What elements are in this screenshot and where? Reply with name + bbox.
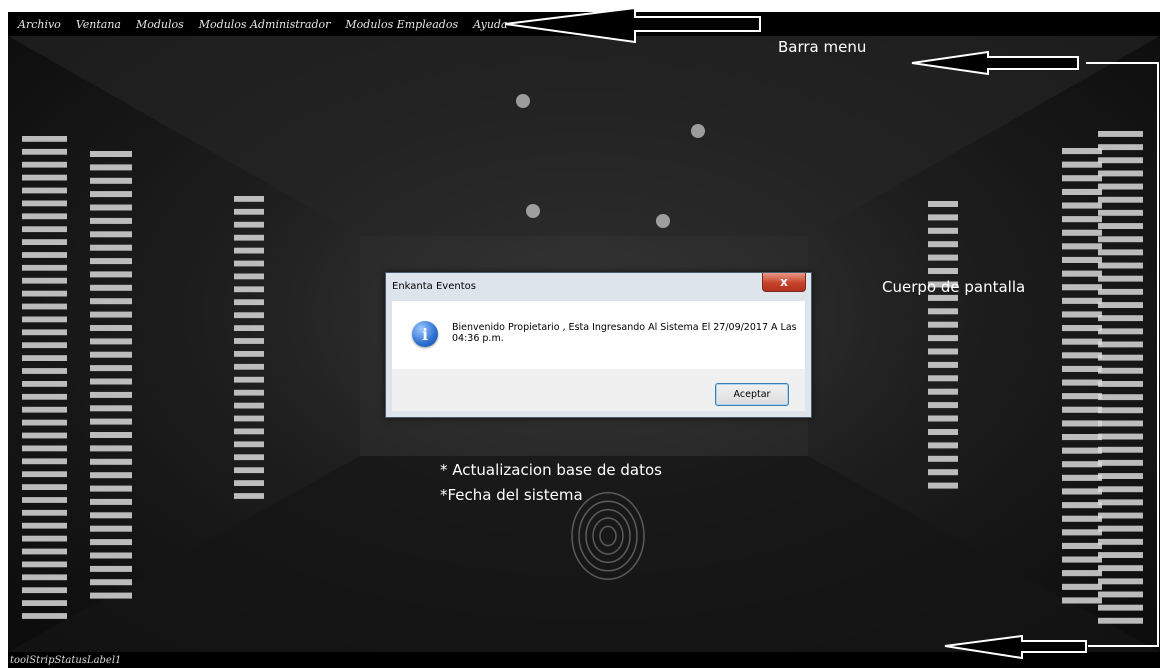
arrow-menu-icon bbox=[504, 6, 761, 44]
arrow-body-bottom-icon bbox=[944, 634, 1087, 660]
arrow-body-top-icon bbox=[911, 50, 1079, 76]
annotation-arrows bbox=[504, 6, 1159, 660]
bracket-line bbox=[1086, 62, 1159, 647]
